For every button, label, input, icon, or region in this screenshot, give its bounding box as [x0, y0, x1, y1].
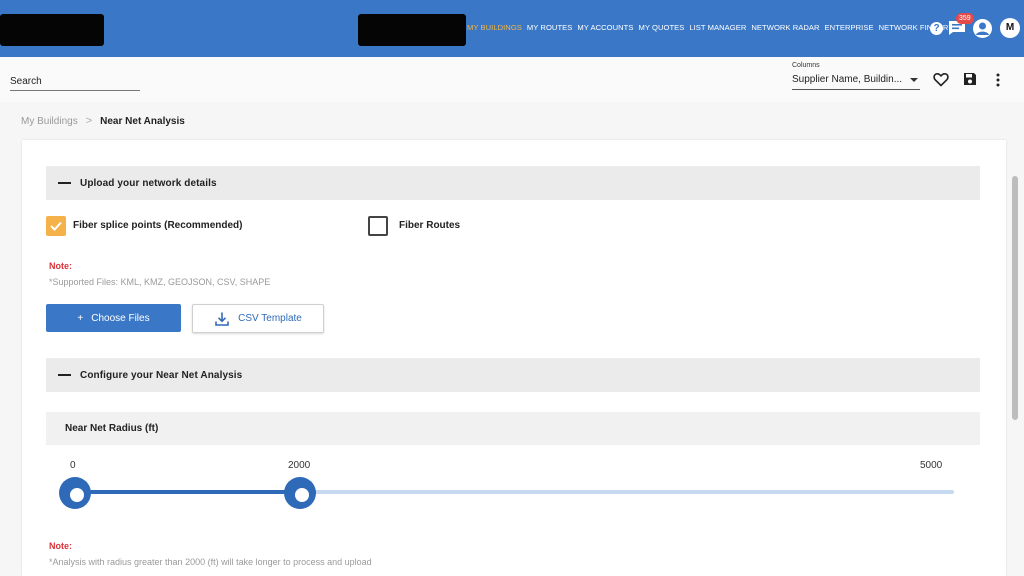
nav-list-manager[interactable]: LIST MANAGER	[689, 23, 746, 32]
radius-slider-min-thumb[interactable]	[59, 477, 91, 509]
main-nav: MY BUILDINGS MY ROUTES MY ACCOUNTS MY QU…	[467, 23, 948, 32]
collapse-minus-icon	[58, 374, 71, 376]
save-icon[interactable]	[963, 72, 977, 86]
nav-my-quotes[interactable]: MY QUOTES	[638, 23, 684, 32]
analysis-card: Upload your network details Fiber splice…	[22, 140, 1006, 576]
more-vertical-icon[interactable]	[993, 72, 1003, 88]
nav-my-buildings[interactable]: MY BUILDINGS	[467, 23, 522, 32]
slider-value-label: 2000	[288, 460, 311, 471]
plus-icon: +	[77, 312, 84, 324]
nav-network-radar[interactable]: NETWORK RADAR	[751, 23, 819, 32]
heart-icon[interactable]	[933, 72, 949, 87]
configure-section-title: Configure your Near Net Analysis	[80, 369, 243, 381]
redacted-region	[358, 14, 466, 46]
nav-my-routes[interactable]: MY ROUTES	[527, 23, 572, 32]
fiber-splice-points-label: Fiber splice points (Recommended)	[73, 220, 243, 231]
upload-section-header[interactable]: Upload your network details	[46, 166, 980, 200]
radius-slider-fill	[74, 490, 316, 494]
upload-note-title: Note:	[49, 261, 72, 271]
collapse-minus-icon	[58, 182, 71, 184]
redacted-logo	[0, 14, 104, 46]
fiber-splice-points-checkbox[interactable]	[46, 216, 66, 236]
chevron-right-icon: >	[85, 115, 93, 127]
radius-slider-track[interactable]	[74, 490, 954, 494]
help-circle-icon[interactable]: ?	[930, 22, 943, 35]
breadcrumb-my-buildings[interactable]: My Buildings	[21, 116, 78, 127]
slider-min-label: 0	[70, 460, 76, 471]
csv-template-button[interactable]: CSV Template	[192, 304, 324, 333]
supported-files-note: *Supported Files: KML, KMZ, GEOJSON, CSV…	[49, 277, 271, 287]
configure-section-header[interactable]: Configure your Near Net Analysis	[46, 358, 980, 392]
checkmark-icon	[50, 221, 62, 231]
caret-down-icon	[910, 78, 918, 82]
search-input[interactable]	[10, 73, 140, 91]
upload-section-title: Upload your network details	[80, 177, 217, 189]
nav-my-accounts[interactable]: MY ACCOUNTS	[577, 23, 633, 32]
slider-max-label: 5000	[920, 460, 943, 471]
messages-badge: 359	[956, 13, 974, 24]
columns-label: Columns	[792, 62, 820, 69]
breadcrumb: My Buildings > Near Net Analysis	[21, 115, 185, 127]
toolbar-row: Columns Supplier Name, Buildin...	[0, 57, 1024, 102]
radius-slider-value-thumb[interactable]	[284, 477, 316, 509]
account-circle-icon[interactable]	[973, 19, 992, 38]
csv-template-label: CSV Template	[238, 313, 302, 324]
top-navigation-bar: MY BUILDINGS MY ROUTES MY ACCOUNTS MY QU…	[0, 0, 1024, 57]
columns-select[interactable]: Supplier Name, Buildin...	[792, 72, 920, 90]
columns-value: Supplier Name, Buildin...	[792, 74, 903, 85]
breadcrumb-current: Near Net Analysis	[100, 115, 185, 127]
choose-files-button[interactable]: + Choose Files	[46, 304, 181, 332]
user-avatar[interactable]: M	[1000, 18, 1020, 38]
radius-note-text: *Analysis with radius greater than 2000 …	[49, 557, 372, 567]
near-net-radius-label: Near Net Radius (ft)	[65, 423, 159, 434]
nav-enterprise[interactable]: ENTERPRISE	[825, 23, 874, 32]
fiber-routes-checkbox[interactable]	[368, 216, 388, 236]
radius-note-title: Note:	[49, 541, 72, 551]
radius-panel: Near Net Radius (ft)	[46, 412, 980, 445]
choose-files-label: Choose Files	[91, 312, 150, 324]
download-icon	[215, 312, 229, 326]
page-scrollbar[interactable]	[1012, 176, 1018, 420]
fiber-routes-label: Fiber Routes	[399, 220, 461, 231]
